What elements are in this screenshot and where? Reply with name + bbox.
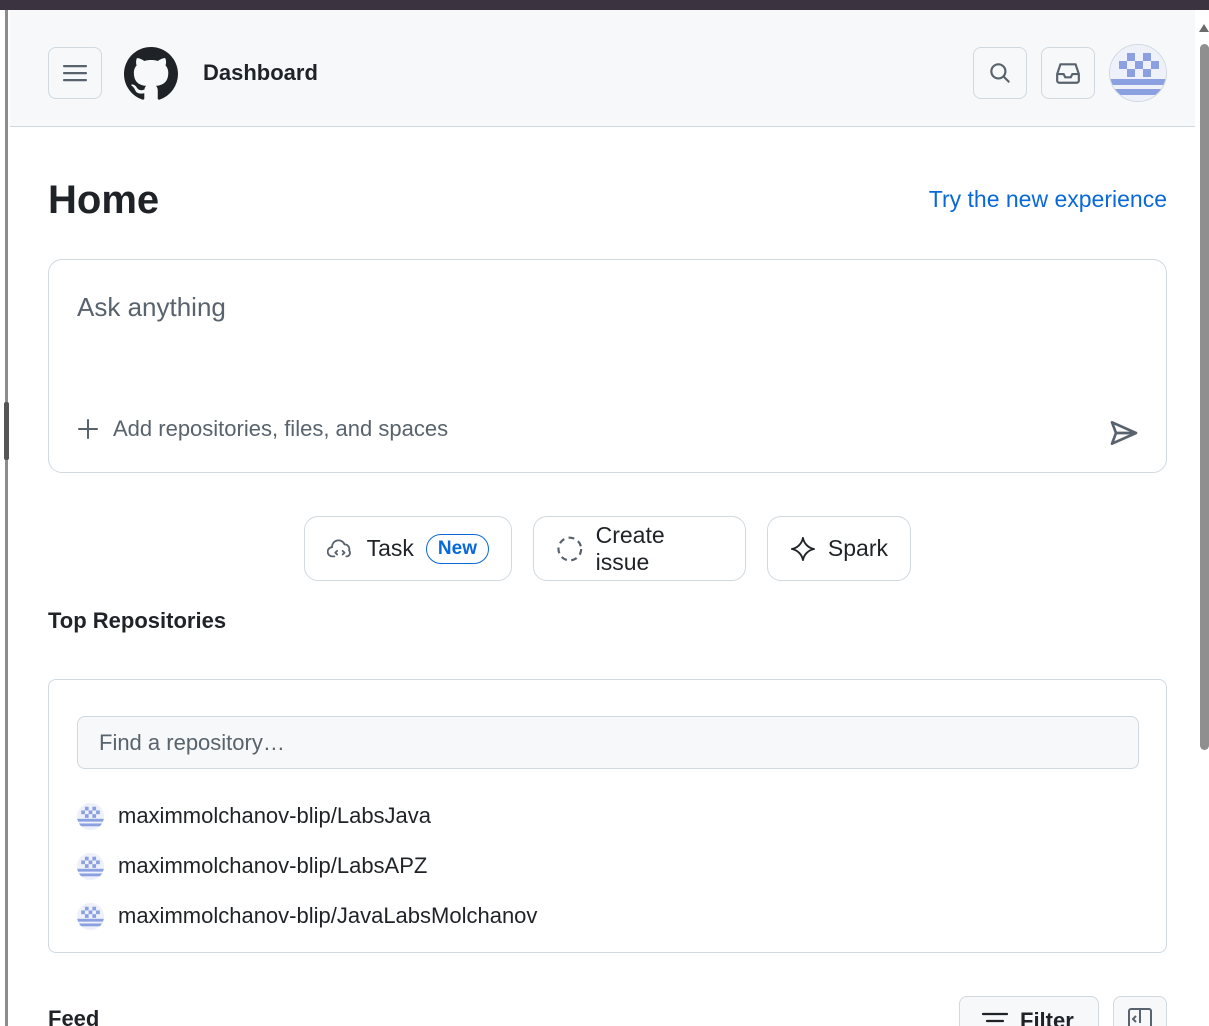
repo-name: maximmolchanov-blip/LabsAPZ: [118, 853, 428, 878]
feed-title: Feed: [48, 1006, 100, 1026]
filter-button[interactable]: Filter: [959, 996, 1099, 1026]
repo-name: maximmolchanov-blip/LabsJava: [118, 803, 432, 828]
menu-button[interactable]: [48, 47, 102, 99]
search-icon: [990, 63, 1010, 83]
inbox-button[interactable]: [1041, 47, 1095, 99]
ask-input[interactable]: [77, 292, 1077, 323]
hamburger-icon: [63, 65, 87, 82]
send-icon[interactable]: [1108, 417, 1140, 449]
cloud-agent-icon: [327, 538, 351, 557]
github-mark-icon[interactable]: [124, 47, 178, 101]
new-badge: New: [425, 533, 489, 564]
ask-box: Add repositories, files, and spaces: [48, 259, 1167, 473]
repo-item[interactable]: maximmolchanov-blip/LabsAPZ: [77, 850, 427, 882]
user-avatar[interactable]: [1109, 44, 1167, 102]
page-title: Home: [48, 178, 160, 222]
repo-name: maximmolchanov-blip/JavaLabsMolchanov: [118, 903, 538, 928]
identicon-avatar: [77, 802, 104, 830]
identicon-avatar: [1110, 45, 1166, 101]
top-repositories-title: Top Repositories: [48, 608, 227, 633]
task-label: Task: [366, 535, 414, 561]
search-button[interactable]: [973, 47, 1027, 99]
scrollbar-thumb[interactable]: [1200, 44, 1209, 750]
create-issue-label: Create issue: [595, 521, 665, 575]
repo-item[interactable]: maximmolchanov-blip/JavaLabsMolchanov: [77, 900, 537, 932]
inbox-icon: [1056, 63, 1080, 84]
create-issue-button[interactable]: Create issue: [533, 516, 746, 581]
spark-label: Spark: [827, 535, 888, 561]
scroll-up-arrow-icon[interactable]: [1199, 24, 1209, 32]
window-left-border: [5, 10, 8, 1026]
spark-button[interactable]: Spark: [767, 516, 911, 581]
sparkle-icon: [790, 536, 815, 561]
task-button[interactable]: Task New: [304, 516, 512, 581]
identicon-avatar: [77, 852, 104, 880]
layout-sidebar-icon: [1128, 1008, 1152, 1026]
find-repository-input[interactable]: [77, 716, 1139, 769]
identicon-avatar: [77, 902, 104, 930]
filter-label: Filter: [1020, 1008, 1074, 1026]
repo-owner-avatar: [77, 802, 104, 830]
app-header: Dashboard: [10, 10, 1195, 127]
filter-icon: [982, 1012, 1008, 1023]
try-new-experience-link[interactable]: Try the new experience: [929, 186, 1167, 213]
repo-owner-avatar: [77, 902, 104, 930]
window-top-bar: [0, 0, 1209, 10]
feed-layout-button[interactable]: [1113, 996, 1167, 1026]
plus-icon: [78, 419, 98, 439]
issue-dashed-circle-icon: [557, 536, 583, 561]
add-context-button[interactable]: Add repositories, files, and spaces: [77, 416, 448, 442]
repo-owner-avatar: [77, 852, 104, 880]
header-title[interactable]: Dashboard: [203, 60, 318, 86]
top-repositories-panel: maximmolchanov-blip/LabsJava maximmolcha…: [48, 679, 1167, 953]
window-resize-handle[interactable]: [4, 402, 9, 460]
repo-item[interactable]: maximmolchanov-blip/LabsJava: [77, 800, 431, 832]
add-context-label: Add repositories, files, and spaces: [113, 416, 449, 441]
